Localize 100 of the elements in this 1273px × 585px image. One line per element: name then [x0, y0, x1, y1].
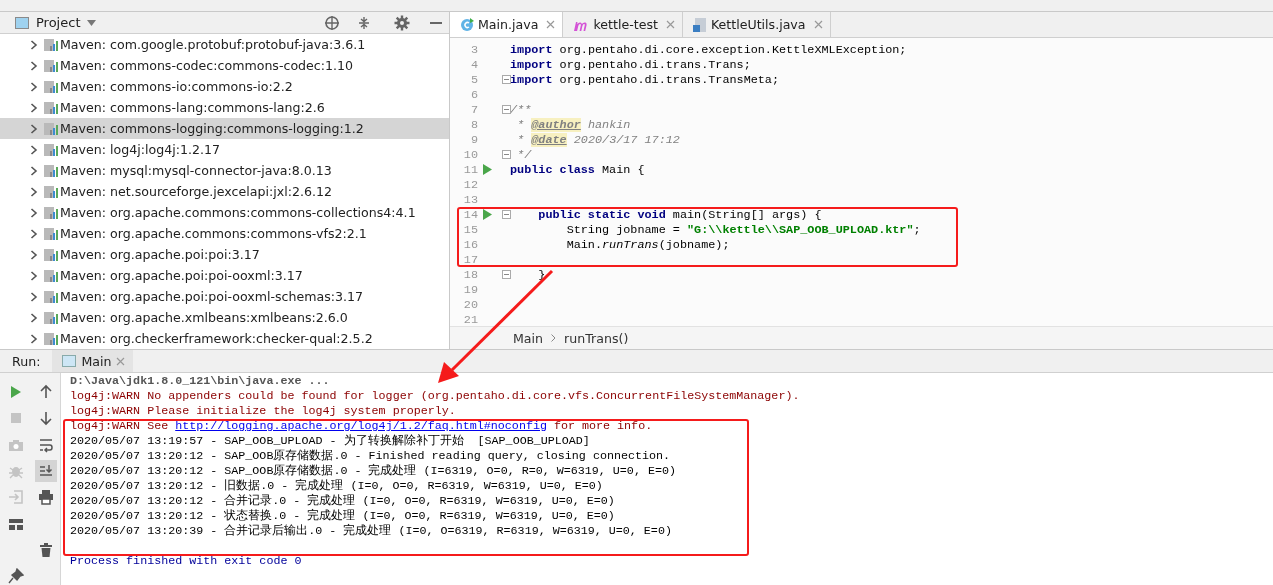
down-arrow-icon[interactable]	[38, 410, 54, 427]
line-number: 4	[469, 57, 478, 72]
line-number: 6	[469, 87, 478, 102]
chevron-icon[interactable]	[30, 123, 38, 134]
code-line: public class Main {	[510, 162, 645, 177]
line-number: 20	[462, 297, 478, 312]
locate-icon[interactable]	[324, 14, 340, 31]
chevron-icon[interactable]	[30, 39, 38, 50]
tree-item[interactable]: Maven: org.apache.xmlbeans:xmlbeans:2.6.0	[0, 307, 449, 328]
chevron-icon[interactable]	[30, 186, 38, 197]
fold-icon[interactable]	[502, 150, 511, 159]
library-icon	[44, 163, 60, 178]
tree-item[interactable]: Maven: commons-codec:commons-codec:1.10	[0, 55, 449, 76]
library-icon	[44, 121, 60, 136]
line-number: 17	[462, 252, 478, 267]
line-number: 10	[462, 147, 478, 162]
tree-item[interactable]: Maven: commons-io:commons-io:2.2	[0, 76, 449, 97]
folder-icon	[15, 16, 29, 29]
run-icon[interactable]	[483, 164, 492, 175]
console-line: 2020/05/07 13:20:12 - SAP_OOB原存储数据.0 - Finished reading query, closing connection.	[70, 449, 671, 463]
window-icon	[62, 355, 77, 367]
library-icon	[44, 310, 60, 325]
code-line: import org.pentaho.di.trans.Trans;	[510, 57, 751, 72]
line-number: 8	[469, 117, 478, 132]
editor-tab[interactable]: kettle-test	[563, 12, 683, 37]
chevron-icon	[551, 334, 557, 342]
line-number: 9	[469, 132, 478, 147]
chevron-icon[interactable]	[30, 165, 38, 176]
chevron-icon[interactable]	[30, 102, 38, 113]
settings-icon[interactable]	[394, 14, 410, 31]
chevron-icon[interactable]	[30, 81, 38, 92]
chevron-icon[interactable]	[30, 291, 38, 302]
breadcrumb[interactable]: Main	[513, 330, 544, 346]
editor-tab[interactable]: KettleUtils.java	[682, 12, 831, 37]
tree-item[interactable]: Maven: log4j:log4j:1.2.17	[0, 139, 449, 160]
java-file-icon	[692, 16, 707, 33]
tree-item[interactable]: Maven: org.apache.commons:commons-collections4:4.1	[0, 202, 449, 223]
tree-item[interactable]: Maven: org.apache.poi:poi:3.17	[0, 244, 449, 265]
soft-wrap-icon[interactable]	[38, 436, 54, 453]
code-line: import org.pentaho.di.core.exception.KettleXMLException;	[510, 42, 907, 57]
chevron-icon[interactable]	[30, 333, 38, 344]
trash-icon[interactable]	[38, 541, 54, 558]
line-number: 21	[462, 312, 478, 326]
chevron-icon[interactable]	[30, 228, 38, 239]
code-line: public static void main(String[] args) {	[537, 207, 822, 222]
library-icon	[44, 184, 60, 199]
chevron-icon[interactable]	[30, 312, 38, 323]
code-line: * @author hankin	[516, 117, 631, 132]
breadcrumb[interactable]: runTrans()	[564, 330, 629, 346]
line-number: 3	[469, 42, 478, 57]
console-line: log4j:WARN No appenders could be found for logger (org.pentaho.di.core.vfs.ConcurrentFileSystemManager).	[70, 389, 800, 403]
library-icon	[44, 58, 60, 73]
dropdown-icon[interactable]	[87, 19, 97, 26]
run-icon[interactable]	[483, 209, 492, 220]
chevron-icon[interactable]	[30, 270, 38, 281]
tree-item[interactable]: Maven: org.apache.poi:poi-ooxml:3.17	[0, 265, 449, 286]
console-link[interactable]: http://logging.apache.org/log4j/1.2/faq.html#noconfig	[175, 419, 547, 433]
library-icon	[44, 247, 60, 262]
editor-tab[interactable]: Main.java	[450, 12, 564, 37]
fold-icon[interactable]	[502, 75, 511, 84]
library-icon	[44, 226, 60, 241]
tree-item[interactable]: Maven: commons-lang:commons-lang:2.6	[0, 97, 449, 118]
chevron-icon[interactable]	[30, 249, 38, 260]
tree-item[interactable]: Maven: com.google.protobuf:protobuf-java:3.6.1	[0, 34, 449, 55]
library-icon	[44, 100, 60, 115]
fold-icon[interactable]	[502, 105, 511, 114]
code-line: }	[537, 267, 546, 282]
line-number: 11	[462, 162, 478, 177]
print-icon[interactable]	[38, 489, 54, 506]
run-tab[interactable]: Main	[52, 350, 134, 372]
tree-item[interactable]: Maven: commons-logging:commons-logging:1.2	[0, 118, 449, 139]
tree-item[interactable]: Maven: org.apache.commons:commons-vfs2:2.1	[0, 223, 449, 244]
chevron-icon[interactable]	[30, 207, 38, 218]
library-icon	[44, 37, 60, 52]
close-icon[interactable]	[546, 20, 556, 29]
collapse-icon[interactable]	[357, 15, 371, 30]
console-line: 2020/05/07 13:19:57 - SAP_OOB_UPLOAD - 为了转换解除补丁开始 [SAP_OOB_UPLOAD]	[70, 434, 590, 448]
panel-title[interactable]: Project	[36, 15, 81, 30]
code-line: /**	[510, 102, 532, 117]
line-number: 18	[462, 267, 478, 282]
library-icon	[44, 79, 60, 94]
console-line: log4j:WARN Please initialize the log4j system properly.	[70, 404, 456, 418]
line-number: 12	[462, 177, 478, 192]
line-number: 16	[462, 237, 478, 252]
tree-item[interactable]: Maven: org.checkerframework:checker-qual:2.5.2	[0, 328, 449, 349]
chevron-icon[interactable]	[30, 144, 38, 155]
tree-item[interactable]: Maven: net.sourceforge.jexcelapi:jxl:2.6.12	[0, 181, 449, 202]
pin-icon[interactable]	[8, 568, 24, 585]
fold-icon[interactable]	[502, 270, 511, 279]
console-line: D:\Java\jdk1.8.0_121\bin\java.exe ...	[70, 374, 330, 388]
console-line: 2020/05/07 13:20:12 - 旧数据.0 - 完成处理 (I=0, O=0, R=6319, W=6319, U=0, E=0)	[70, 479, 603, 493]
library-icon	[44, 331, 60, 346]
tree-item[interactable]: Maven: org.apache.poi:poi-ooxml-schemas:3.17	[0, 286, 449, 307]
line-number: 5	[469, 72, 478, 87]
up-arrow-icon[interactable]	[38, 384, 54, 401]
chevron-icon[interactable]	[30, 60, 38, 71]
library-icon	[44, 142, 60, 157]
fold-icon[interactable]	[502, 210, 511, 219]
console-line: 2020/05/07 13:20:12 - 合并记录.0 - 完成处理 (I=0, O=0, R=6319, W=6319, U=0, E=0)	[70, 494, 615, 508]
tree-item[interactable]: Maven: mysql:mysql-connector-java:8.0.13	[0, 160, 449, 181]
